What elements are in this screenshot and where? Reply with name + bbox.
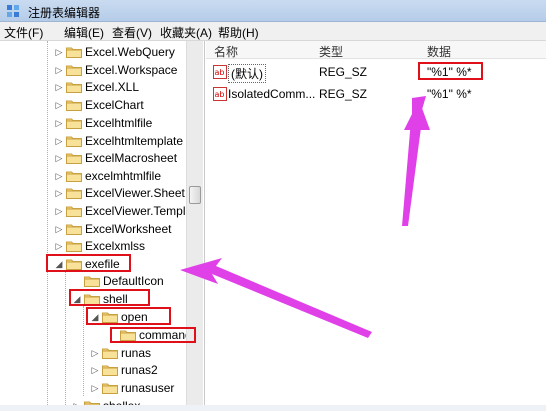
highlight-box-exefile <box>46 254 131 272</box>
folder-icon <box>66 65 82 76</box>
registry-tree[interactable]: ▷ Excel.WebQuery ▷ Excel.Workspace ▷ Excel.XL… <box>0 41 205 411</box>
window-bottom-edge <box>0 405 546 411</box>
tree-node-label: Excel.XLL <box>85 80 140 94</box>
tree-node-label: runas2 <box>121 363 158 377</box>
menu-help[interactable]: 帮助(H) <box>218 24 259 41</box>
value-type: REG_SZ <box>319 65 368 79</box>
folder-icon <box>66 136 82 147</box>
folder-icon <box>66 241 82 252</box>
tree-scrollbar[interactable] <box>186 41 203 411</box>
tree-node-label: Excel.Workspace <box>85 63 178 77</box>
folder-icon <box>66 153 82 164</box>
folder-icon <box>66 224 82 235</box>
folder-icon <box>102 348 118 359</box>
column-name-header[interactable]: 名称 <box>214 43 238 60</box>
expand-arrow-icon[interactable]: ▷ <box>54 202 64 220</box>
value-data: "%1" %* <box>427 87 472 101</box>
tree-node-label: Excelhtmlfile <box>85 116 153 130</box>
list-header: 名称 类型 数据 <box>206 41 546 59</box>
expand-arrow-icon[interactable]: ▷ <box>54 237 64 255</box>
svg-text:ab: ab <box>215 90 225 99</box>
tree-node-label: runas <box>121 346 152 360</box>
tree-node[interactable]: ▷ Excel.XLL <box>54 78 204 96</box>
tree-node-label: Excel.WebQuery <box>85 45 175 59</box>
value-row-isolatedcommand[interactable]: ab IsolatedComm... REG_SZ "%1" %* <box>206 83 546 105</box>
tree-node-label: ExcelChart <box>85 98 144 112</box>
value-name[interactable]: (默认) <box>228 64 266 83</box>
highlight-box-shell <box>69 289 150 306</box>
svg-text:ab: ab <box>215 68 225 77</box>
expand-arrow-icon[interactable]: ▷ <box>54 149 64 167</box>
title-bar: 注册表编辑器 <box>0 0 546 22</box>
expand-arrow-icon[interactable]: ▷ <box>54 43 64 61</box>
column-type-header[interactable]: 类型 <box>319 43 343 60</box>
expand-arrow-icon[interactable]: ▷ <box>54 132 64 150</box>
tree-node[interactable]: ▷ Excel.WebQuery <box>54 43 204 61</box>
tree-node[interactable]: ▷ Excelhtmlfile <box>54 114 204 132</box>
registry-editor-icon <box>7 5 19 17</box>
menu-file[interactable]: 文件(F) <box>4 24 43 41</box>
string-value-icon: ab <box>213 65 227 79</box>
folder-icon <box>66 188 82 199</box>
menu-favorites[interactable]: 收藏夹(A) <box>160 24 212 41</box>
tree-node[interactable]: ▷ Excelhtmltemplate <box>54 132 204 150</box>
expand-arrow-icon[interactable]: ▷ <box>54 167 64 185</box>
menu-edit[interactable]: 编辑(E) <box>64 24 104 41</box>
expand-arrow-icon[interactable]: ▷ <box>90 379 100 397</box>
expand-arrow-icon[interactable]: ▷ <box>90 344 100 362</box>
expand-arrow-icon[interactable]: ▷ <box>54 184 64 202</box>
string-value-icon: ab <box>213 87 227 101</box>
tree-node-label: DefaultIcon <box>103 274 164 288</box>
tree-node[interactable]: ▷ ExcelWorksheet <box>54 220 204 238</box>
tree-node[interactable]: ▷ excelmhtmlfile <box>54 167 204 185</box>
value-row-default[interactable]: ab (默认) REG_SZ "%1" %* <box>206 61 546 83</box>
tree-node-label: ExcelWorksheet <box>85 222 172 236</box>
expand-arrow-icon[interactable]: ▷ <box>54 96 64 114</box>
expand-arrow-icon[interactable]: ▷ <box>54 78 64 96</box>
tree-guide-line <box>47 41 48 411</box>
column-data-header[interactable]: 数据 <box>427 43 451 60</box>
tree-node[interactable]: ▷ ExcelMacrosheet <box>54 149 204 167</box>
tree-node[interactable]: ▷ ExcelChart <box>54 96 204 114</box>
tree-node-label: ExcelViewer.Sheet.8 <box>85 186 195 200</box>
tree-node-label: runasuser <box>121 381 175 395</box>
tree-node-label: ExcelMacrosheet <box>85 151 178 165</box>
tree-node-label: excelmhtmlfile <box>85 169 162 183</box>
folder-icon <box>84 276 100 287</box>
scrollbar-thumb[interactable] <box>189 186 201 204</box>
expand-arrow-icon[interactable]: ▷ <box>90 361 100 379</box>
folder-icon <box>66 118 82 129</box>
tree-guide-line <box>83 306 84 396</box>
value-name[interactable]: IsolatedComm... <box>228 87 315 101</box>
folder-icon <box>102 365 118 376</box>
tree-node-label: Excelxmlss <box>85 239 146 253</box>
expand-arrow-icon[interactable]: ▷ <box>54 220 64 238</box>
folder-icon <box>66 82 82 93</box>
menu-bar: 文件(F) 编辑(E) 查看(V) 收藏夹(A) 帮助(H) <box>0 22 546 41</box>
tree-node[interactable]: ▷ Excelxmlss <box>54 237 204 255</box>
folder-icon <box>66 206 82 217</box>
tree-node-label: Excelhtmltemplate <box>85 134 184 148</box>
tree-node-label: ExcelViewer.Templa <box>85 204 193 218</box>
value-type: REG_SZ <box>319 87 368 101</box>
highlight-box-open <box>86 307 171 325</box>
menu-view[interactable]: 查看(V) <box>112 24 152 41</box>
folder-icon <box>102 383 118 394</box>
expand-arrow-icon[interactable]: ▷ <box>54 114 64 132</box>
window-title: 注册表编辑器 <box>28 6 101 20</box>
folder-icon <box>66 100 82 111</box>
folder-icon <box>66 47 82 58</box>
tree-node[interactable]: ▷ ExcelViewer.Sheet.8 <box>54 184 204 202</box>
expand-arrow-icon[interactable]: ▷ <box>54 61 64 79</box>
tree-node[interactable]: ▷ ExcelViewer.Templa <box>54 202 204 220</box>
highlight-box-command <box>110 327 196 343</box>
folder-icon <box>66 171 82 182</box>
highlight-box-data <box>418 62 483 80</box>
values-list[interactable]: 名称 类型 数据 ab (默认) REG_SZ "%1" %* ab Isola… <box>206 41 546 411</box>
tree-guide-line <box>65 271 66 411</box>
tree-node[interactable]: ▷ Excel.Workspace <box>54 61 204 79</box>
